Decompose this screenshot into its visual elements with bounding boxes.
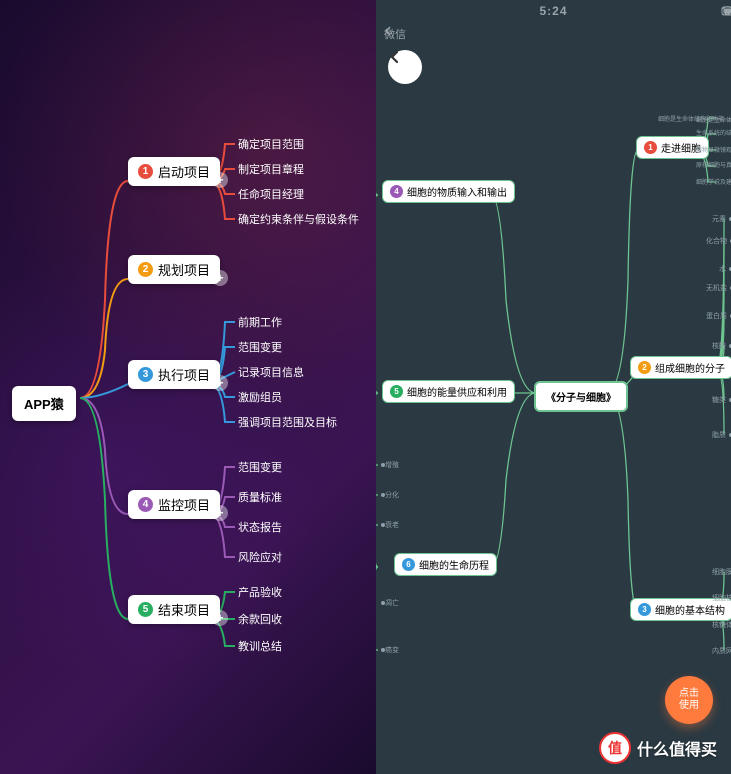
badge: 2 <box>138 262 153 277</box>
branch-node-5[interactable]: 5 结束项目 <box>128 595 220 624</box>
leaf-node[interactable]: 状态报告 <box>238 519 282 535</box>
branch-node-1[interactable]: 1 启动项目 <box>128 157 220 186</box>
leaf-node[interactable]: 激励组员 <box>238 389 282 405</box>
leaf-node[interactable]: 产品验收 <box>238 584 282 600</box>
badge: 1 <box>644 141 657 154</box>
left-node-5[interactable]: 5 细胞的能量供应和利用 <box>382 380 515 403</box>
leaf-node[interactable]: 原核细胞与真核细胞(生… <box>696 160 731 169</box>
leaf-node[interactable]: 核糖体 <box>712 620 731 630</box>
leaf-node[interactable]: 细胞是生命体结构和功能… <box>696 115 731 124</box>
leaf-node[interactable]: 余款回收 <box>238 611 282 627</box>
node-label: 组成细胞的分子 <box>655 360 725 375</box>
right-node-2[interactable]: 2 组成细胞的分子 <box>630 356 731 379</box>
fab-label-1: 点击 <box>679 688 699 700</box>
node-label: 细胞的物质输入和输出 <box>407 184 507 199</box>
leaf-node[interactable]: 风险应对 <box>238 549 282 565</box>
branch-label: 监控项目 <box>158 495 210 514</box>
leaf-node[interactable]: 水 <box>719 264 731 274</box>
leaf-node[interactable]: 无机盐 <box>706 283 731 293</box>
root-node[interactable]: APP猿 <box>12 386 76 421</box>
branch-label: 结束项目 <box>158 600 210 619</box>
expand-icon[interactable]: + <box>212 375 228 391</box>
node-label: 细胞的生命历程 <box>419 557 489 572</box>
expand-icon[interactable]: + <box>212 505 228 521</box>
branch-node-4[interactable]: 4 监控项目 <box>128 490 220 519</box>
left-node-4[interactable]: 4 细胞的物质输入和输出 <box>382 180 515 203</box>
center-node[interactable]: 《分子与细胞》 <box>534 381 628 412</box>
left-mindmap-panel: APP猿 1 启动项目 + 2 规划项目 + 3 执行项目 + 4 监控项目 + 5 结束… <box>0 0 376 774</box>
expand-icon[interactable]: + <box>212 270 228 286</box>
leaf-node[interactable]: 细胞膜 <box>712 567 731 577</box>
leaf-node[interactable]: 分化 <box>378 490 399 500</box>
leaf-node[interactable]: 蛋白质 <box>706 311 731 321</box>
leaf-node[interactable]: 确定项目范围 <box>238 136 304 152</box>
leaf-node[interactable]: 核酸 <box>712 341 731 351</box>
leaf-node[interactable]: 元素 <box>712 214 731 224</box>
branch-node-3[interactable]: 3 执行项目 <box>128 360 220 389</box>
branch-node-2[interactable]: 2 规划项目 <box>128 255 220 284</box>
expand-icon[interactable]: + <box>212 610 228 626</box>
branch-label: 启动项目 <box>158 162 210 181</box>
leaf-node[interactable]: 范围变更 <box>238 459 282 475</box>
leaf-node[interactable]: 凋亡 <box>378 598 399 608</box>
leaf-node[interactable]: 确定约束条伴与假设条件 <box>238 211 359 227</box>
badge: 3 <box>138 367 153 382</box>
leaf-node[interactable]: 细胞核 <box>712 593 731 603</box>
leaf-node[interactable]: 任命项目经理 <box>238 186 304 202</box>
badge: 4 <box>390 185 403 198</box>
leaf-node[interactable]: 细胞学说及建立过程 <box>696 177 731 186</box>
branch-label: 规划项目 <box>158 260 210 279</box>
badge: 6 <box>402 558 415 571</box>
leaf-node[interactable]: 癌变 <box>378 645 399 655</box>
badge: 5 <box>390 385 403 398</box>
leaf-node[interactable]: 化合物 <box>706 236 731 246</box>
watermark-text: 什么值得买 <box>637 736 717 760</box>
leaf-node[interactable]: 教训总结 <box>238 638 282 654</box>
watermark-icon: 值 <box>599 732 631 764</box>
leaf-node[interactable]: 植物显微镜观察细胞 <box>696 145 731 154</box>
use-button[interactable]: 点击使用 <box>665 676 713 724</box>
node-label: 细胞的能量供应和利用 <box>407 384 507 399</box>
leaf-node[interactable]: 脂质 <box>712 430 731 440</box>
badge: 1 <box>138 164 153 179</box>
badge: 2 <box>638 361 651 374</box>
leaf-node[interactable]: 记录项目信息 <box>238 364 304 380</box>
left-node-6[interactable]: 6 细胞的生命历程 <box>394 553 497 576</box>
right-mindmap-panel: 5:24 微信 《分子与细胞》 4细胞的物质输入和输出 5细胞的能量供应和利用 … <box>376 0 731 774</box>
leaf-node[interactable]: 前期工作 <box>238 314 282 330</box>
branch-label: 执行项目 <box>158 365 210 384</box>
leaf-node[interactable]: 范围变更 <box>238 339 282 355</box>
expand-icon[interactable]: + <box>212 172 228 188</box>
leaf-node[interactable]: 糖类 <box>712 395 731 405</box>
leaf-node[interactable]: 质量标准 <box>238 489 282 505</box>
node-label: 走进细胞 <box>661 140 701 155</box>
leaf-node[interactable]: 强调项目范围及目标 <box>238 414 337 430</box>
badge: 3 <box>638 603 651 616</box>
leaf-node[interactable]: 增殖 <box>378 460 399 470</box>
leaf-node[interactable]: 衰老 <box>378 520 399 530</box>
leaf-node[interactable]: 内质网 <box>712 646 731 656</box>
leaf-node[interactable]: 制定项目章程 <box>238 161 304 177</box>
node-label: 细胞的基本结构 <box>655 602 725 617</box>
watermark: 值 什么值得买 <box>599 732 717 764</box>
leaf-node[interactable]: 生命系统的结构层次 <box>696 128 731 137</box>
fab-label-2: 使用 <box>679 700 699 712</box>
badge: 4 <box>138 497 153 512</box>
badge: 5 <box>138 602 153 617</box>
